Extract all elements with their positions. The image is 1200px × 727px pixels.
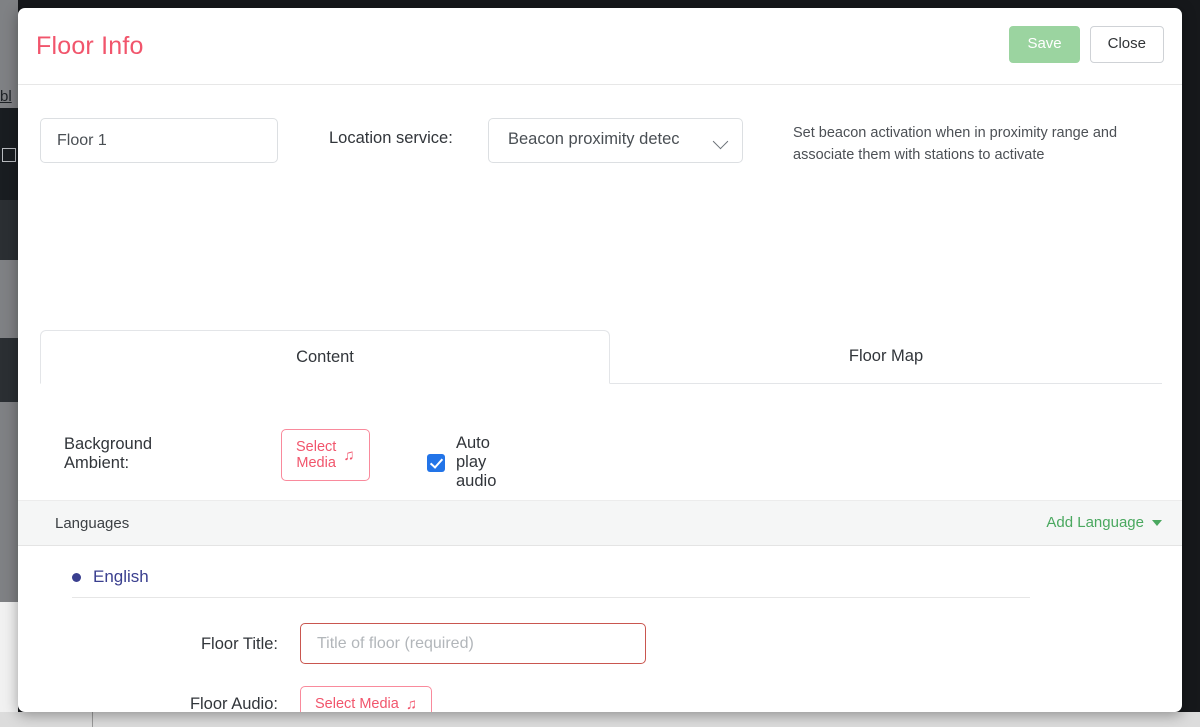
floor-name-input[interactable] <box>40 118 278 163</box>
floor-audio-select-media-button[interactable]: Select Media ♫ <box>300 686 432 712</box>
add-language-label: Add Language <box>1046 514 1144 531</box>
add-language-button[interactable]: Add Language <box>1046 514 1162 531</box>
tab-floor-map[interactable]: Floor Map <box>610 330 1162 384</box>
background-link-text[interactable]: bl <box>0 86 18 108</box>
modal-body: Location service: Beacon proximity detec… <box>18 85 1182 711</box>
background-panel-dark-3 <box>0 338 18 402</box>
floor-title-input[interactable] <box>300 623 646 664</box>
auto-play-audio-label: Auto play audio <box>456 434 496 491</box>
select-media-label: Select Media <box>296 439 336 471</box>
page-title: Floor Info <box>36 32 144 61</box>
chevron-down-icon <box>713 134 729 150</box>
floor-title-label: Floor Title: <box>58 635 278 654</box>
background-ambient-label: Background Ambient: <box>64 435 152 473</box>
floor-info-modal: Floor Info Save Close Location service: … <box>18 8 1182 712</box>
location-service-select[interactable]: Beacon proximity detec <box>488 118 743 163</box>
location-service-label: Location service: <box>329 129 453 148</box>
background-panel-gray-1 <box>0 260 18 338</box>
language-divider <box>72 597 1030 598</box>
select-media-label: Select Media <box>315 696 399 712</box>
language-bullet-icon <box>72 573 81 582</box>
language-name: English <box>93 567 149 587</box>
pencil-icon[interactable] <box>2 148 16 162</box>
background-panel-gray-2 <box>0 402 18 602</box>
page-bottom-divider <box>92 712 93 727</box>
modal-header-actions: Save Close <box>1009 26 1164 63</box>
caret-down-icon <box>1152 520 1162 526</box>
auto-play-audio-checkbox[interactable] <box>427 454 445 472</box>
auto-play-audio-row[interactable]: Auto play audio <box>427 434 496 491</box>
background-panel-light <box>0 602 18 712</box>
floor-audio-label: Floor Audio: <box>58 695 278 712</box>
music-note-icon: ♫ <box>406 697 417 712</box>
languages-title: Languages <box>55 515 129 532</box>
page-bottom-bar <box>0 712 1200 727</box>
location-service-value: Beacon proximity detec <box>508 130 704 149</box>
close-button[interactable]: Close <box>1090 26 1164 63</box>
content-tabs: Content Floor Map <box>40 330 1162 384</box>
music-note-icon: ♫ <box>343 448 354 463</box>
location-service-help-text: Set beacon activation when in proximity … <box>793 122 1153 167</box>
background-ambient-select-media-button[interactable]: Select Media ♫ <box>281 429 370 481</box>
tab-content[interactable]: Content <box>40 330 610 384</box>
floor-settings-row: Location service: Beacon proximity detec… <box>18 118 1182 168</box>
languages-bar: Languages Add Language <box>18 500 1182 546</box>
save-button[interactable]: Save <box>1009 26 1079 63</box>
background-panel-dark-2 <box>0 200 18 260</box>
modal-header: Floor Info Save Close <box>18 8 1182 85</box>
language-item-english[interactable]: English <box>72 567 149 587</box>
